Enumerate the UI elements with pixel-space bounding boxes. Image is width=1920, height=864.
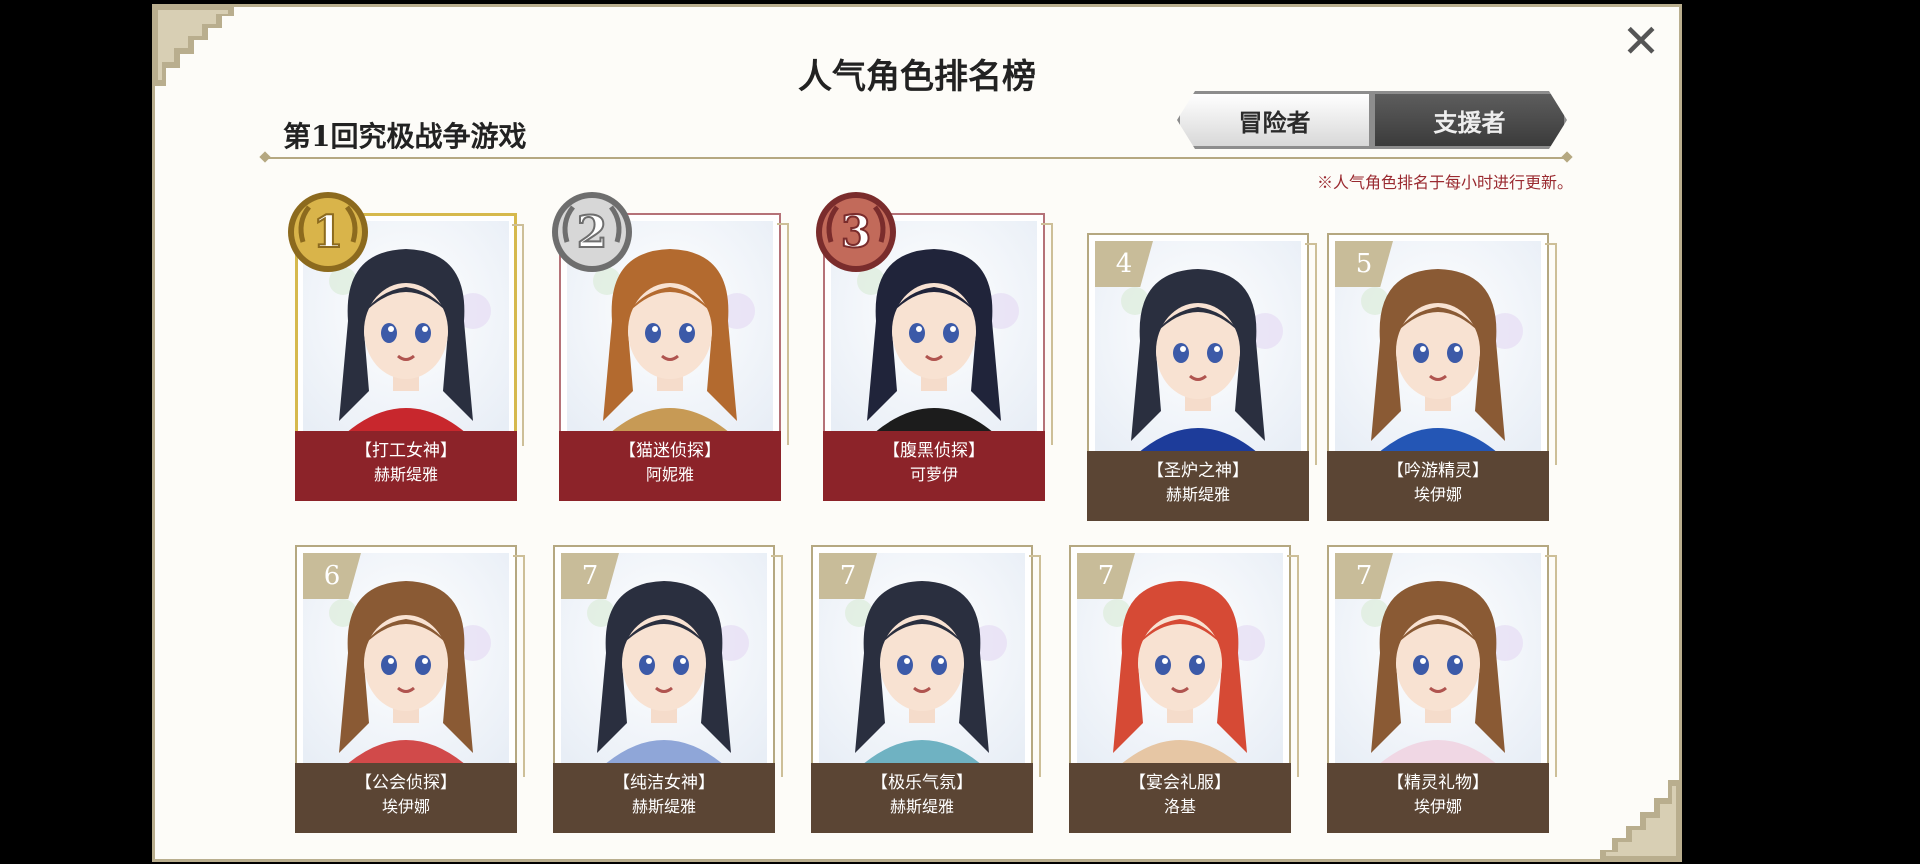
name-plate: 【极乐气氛】 赫斯缇雅 xyxy=(811,763,1033,833)
name-plate: 【猫迷侦探】 阿妮雅 xyxy=(559,431,781,501)
name-plate: 【宴会礼服】 洛基 xyxy=(1069,763,1291,833)
tab-supporter[interactable]: 支援者 xyxy=(1372,91,1567,149)
character-title: 【圣炉之神】 xyxy=(1147,461,1249,481)
rank-medal-icon: 2 xyxy=(547,187,637,277)
svg-text:1: 1 xyxy=(313,207,344,258)
name-plate: 【公会侦探】 埃伊娜 xyxy=(295,763,517,833)
character-card[interactable]: 【公会侦探】 埃伊娜 6 xyxy=(295,545,525,833)
character-title: 【吟游精灵】 xyxy=(1387,461,1489,481)
character-title: 【精灵礼物】 xyxy=(1387,773,1489,793)
character-name: 赫斯缇雅 xyxy=(631,797,696,816)
rank-medal-icon: 1 xyxy=(283,187,373,277)
character-card[interactable]: 【宴会礼服】 洛基 7 xyxy=(1069,545,1299,833)
character-name: 埃伊娜 xyxy=(1413,797,1462,816)
character-name: 可萝伊 xyxy=(909,465,958,484)
update-note: ※人气角色排名于每小时进行更新。 xyxy=(1316,173,1573,192)
character-name: 埃伊娜 xyxy=(1413,485,1462,504)
name-plate: 【精灵礼物】 埃伊娜 xyxy=(1327,763,1549,833)
character-name: 赫斯缇雅 xyxy=(1165,485,1230,504)
character-card[interactable]: 【打工女神】 赫斯缇雅 1 xyxy=(288,192,524,501)
name-plate: 【腹黑侦探】 可萝伊 xyxy=(823,431,1045,501)
name-plate: 【纯洁女神】 赫斯缇雅 xyxy=(553,763,775,833)
svg-text:2: 2 xyxy=(577,207,608,258)
character-card[interactable]: 【精灵礼物】 埃伊娜 7 xyxy=(1327,545,1557,833)
name-plate: 【圣炉之神】 赫斯缇雅 xyxy=(1087,451,1309,521)
divider-line xyxy=(265,157,1567,159)
character-card[interactable]: 【圣炉之神】 赫斯缇雅 4 xyxy=(1087,233,1317,521)
corner-ornament-bottom-right xyxy=(1600,780,1682,862)
name-plate: 【吟游精灵】 埃伊娜 xyxy=(1327,451,1549,521)
character-title: 【宴会礼服】 xyxy=(1129,773,1231,793)
character-card[interactable]: 【极乐气氛】 赫斯缇雅 7 xyxy=(811,545,1041,833)
rank-medal-icon: 3 xyxy=(811,187,901,277)
character-title: 【纯洁女神】 xyxy=(613,773,715,793)
character-name: 埃伊娜 xyxy=(381,797,430,816)
character-card[interactable]: 【吟游精灵】 埃伊娜 5 xyxy=(1327,233,1557,521)
character-card[interactable]: 【猫迷侦探】 阿妮雅 2 xyxy=(552,192,789,501)
character-title: 【公会侦探】 xyxy=(355,773,457,793)
category-tabs: 冒险者 支援者 xyxy=(1177,91,1567,149)
character-card[interactable]: 【纯洁女神】 赫斯缇雅 7 xyxy=(553,545,783,833)
ranking-dialog: ✕ 人气角色排名榜 第1回究极战争游戏 冒险者 支援者 ※人气角色排名于每小时进… xyxy=(152,4,1682,862)
tab-adventurer[interactable]: 冒险者 xyxy=(1177,91,1372,149)
svg-text:3: 3 xyxy=(841,207,872,258)
character-title: 【猫迷侦探】 xyxy=(619,441,721,461)
character-title: 【腹黑侦探】 xyxy=(883,441,985,461)
character-title: 【极乐气氛】 xyxy=(871,773,973,793)
character-name: 赫斯缇雅 xyxy=(373,465,438,484)
character-name: 赫斯缇雅 xyxy=(889,797,954,816)
event-subtitle: 第1回究极战争游戏 xyxy=(283,120,527,153)
character-name: 洛基 xyxy=(1163,797,1196,816)
character-title: 【打工女神】 xyxy=(355,441,457,461)
character-card[interactable]: 【腹黑侦探】 可萝伊 3 xyxy=(816,192,1053,501)
character-name: 阿妮雅 xyxy=(645,465,694,484)
name-plate: 【打工女神】 赫斯缇雅 xyxy=(295,431,517,501)
